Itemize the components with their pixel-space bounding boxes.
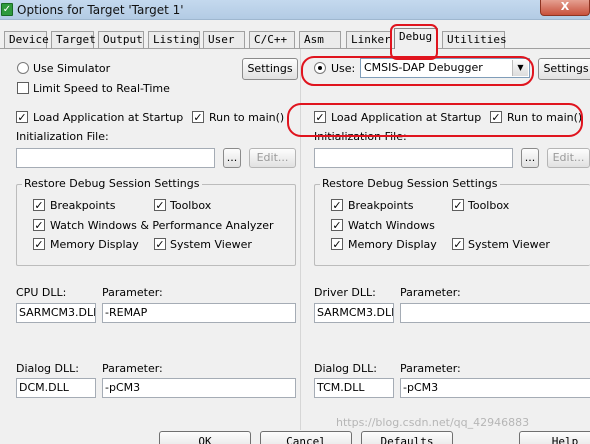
tab-debug[interactable]: Debug [394, 28, 438, 49]
left-dialog-dll-input[interactable]: DCM.DLL [16, 378, 96, 398]
tab-linker[interactable]: Linker [346, 31, 392, 48]
defaults-button[interactable]: Defaults [361, 431, 453, 444]
left-memory-display-checkbox[interactable]: ✓ [33, 238, 45, 250]
tab-user[interactable]: User [203, 31, 245, 48]
right-toolbox-label: Toolbox [468, 199, 510, 212]
left-dialog-parameter-input[interactable]: -pCM3 [102, 378, 296, 398]
close-button[interactable]: X [540, 0, 590, 16]
title-bar: ✓ Options for Target 'Target 1' X [0, 0, 590, 20]
right-toolbox-checkbox[interactable]: ✓ [452, 199, 464, 211]
right-restore-group-title: Restore Debug Session Settings [320, 177, 500, 190]
chevron-down-icon[interactable]: ▼ [512, 60, 528, 76]
tab-output[interactable]: Output [98, 31, 144, 48]
tab-asm[interactable]: Asm [299, 31, 341, 48]
debugger-settings-button[interactable]: Settings [538, 58, 590, 80]
cpu-parameter-label: Parameter: [102, 286, 163, 299]
use-debugger-radio[interactable] [314, 62, 326, 74]
limit-speed-checkbox[interactable] [17, 82, 29, 94]
radio-selected-dot [318, 66, 322, 70]
window-title: Options for Target 'Target 1' [17, 3, 184, 17]
right-load-app-label: Load Application at Startup [331, 111, 482, 124]
left-run-to-main-checkbox[interactable]: ✓ [192, 111, 204, 123]
right-dialog-parameter-label: Parameter: [400, 362, 461, 375]
left-system-viewer-label: System Viewer [170, 238, 252, 251]
debugger-select-value: CMSIS-DAP Debugger [364, 61, 483, 74]
tab-strip: Device Target Output Listing User C/C++ … [0, 20, 590, 50]
right-memory-display-label: Memory Display [348, 238, 437, 251]
left-system-viewer-checkbox[interactable]: ✓ [154, 238, 166, 250]
right-browse-button[interactable]: ... [521, 148, 539, 168]
right-watch-windows-checkbox[interactable]: ✓ [331, 219, 343, 231]
limit-speed-label: Limit Speed to Real-Time [33, 82, 170, 95]
app-icon: ✓ [1, 3, 13, 16]
right-system-viewer-checkbox[interactable]: ✓ [452, 238, 464, 250]
left-breakpoints-label: Breakpoints [50, 199, 116, 212]
driver-dll-label: Driver DLL: [314, 286, 376, 299]
left-init-file-input[interactable] [16, 148, 215, 168]
left-load-app-label: Load Application at Startup [33, 111, 184, 124]
left-init-file-label: Initialization File: [16, 130, 109, 143]
right-run-to-main-label: Run to main() [507, 111, 583, 124]
tab-c-cpp[interactable]: C/C++ [249, 31, 295, 48]
right-breakpoints-label: Breakpoints [348, 199, 414, 212]
help-button[interactable]: Help [519, 431, 590, 444]
ok-button[interactable]: OK [159, 431, 251, 444]
tab-baseline [0, 48, 590, 49]
tab-target[interactable]: Target [51, 31, 96, 48]
right-watch-windows-label: Watch Windows [348, 219, 435, 232]
left-watch-windows-label: Watch Windows & Performance Analyzer [50, 219, 274, 232]
watermark-text: https://blog.csdn.net/qq_42946883 [336, 416, 530, 429]
tab-utilities[interactable]: Utilities [442, 31, 507, 48]
right-run-to-main-checkbox[interactable]: ✓ [490, 111, 502, 123]
left-dialog-parameter-label: Parameter: [102, 362, 163, 375]
tab-listing[interactable]: Listing [148, 31, 200, 48]
right-load-app-checkbox[interactable]: ✓ [314, 111, 326, 123]
use-simulator-label: Use Simulator [33, 62, 111, 75]
right-memory-display-checkbox[interactable]: ✓ [331, 238, 343, 250]
driver-dll-input[interactable]: SARMCM3.DLL [314, 303, 394, 323]
right-edit-button[interactable]: Edit... [547, 148, 590, 168]
right-dialog-dll-input[interactable]: TCM.DLL [314, 378, 394, 398]
left-restore-group-title: Restore Debug Session Settings [22, 177, 202, 190]
driver-parameter-label: Parameter: [400, 286, 461, 299]
right-dialog-parameter-input[interactable]: -pCM3 [400, 378, 590, 398]
cpu-dll-label: CPU DLL: [16, 286, 67, 299]
column-divider [300, 49, 301, 430]
left-memory-display-label: Memory Display [50, 238, 139, 251]
cpu-dll-input[interactable]: SARMCM3.DLL [16, 303, 96, 323]
left-dialog-dll-label: Dialog DLL: [16, 362, 79, 375]
use-simulator-radio[interactable] [17, 62, 29, 74]
left-browse-button[interactable]: ... [223, 148, 241, 168]
left-edit-button[interactable]: Edit... [249, 148, 296, 168]
cpu-parameter-input[interactable]: -REMAP [102, 303, 296, 323]
debugger-select[interactable]: CMSIS-DAP Debugger ▼ [360, 58, 530, 78]
left-toolbox-checkbox[interactable]: ✓ [154, 199, 166, 211]
cancel-button[interactable]: Cancel [260, 431, 352, 444]
left-breakpoints-checkbox[interactable]: ✓ [33, 199, 45, 211]
right-init-file-input[interactable] [314, 148, 513, 168]
right-init-file-label: Initialization File: [314, 130, 407, 143]
right-system-viewer-label: System Viewer [468, 238, 550, 251]
simulator-settings-button[interactable]: Settings [242, 58, 298, 80]
left-toolbox-label: Toolbox [170, 199, 212, 212]
tab-device[interactable]: Device [4, 31, 49, 48]
driver-parameter-input[interactable] [400, 303, 590, 323]
right-dialog-dll-label: Dialog DLL: [314, 362, 377, 375]
right-breakpoints-checkbox[interactable]: ✓ [331, 199, 343, 211]
use-debugger-label: Use: [331, 62, 356, 75]
left-run-to-main-label: Run to main() [209, 111, 285, 124]
left-watch-windows-checkbox[interactable]: ✓ [33, 219, 45, 231]
left-load-app-checkbox[interactable]: ✓ [16, 111, 28, 123]
